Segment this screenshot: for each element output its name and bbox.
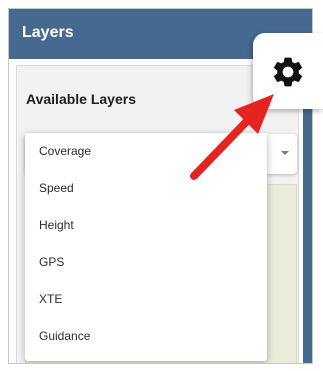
layer-option-height[interactable]: Height	[25, 207, 267, 244]
panel-title: Available Layers	[26, 91, 136, 107]
layer-option-xte[interactable]: XTE	[25, 281, 267, 318]
page-title: Layers	[22, 24, 74, 41]
red-arrow-icon	[190, 94, 274, 180]
gear-icon	[273, 57, 303, 87]
chevron-down-icon	[281, 151, 289, 155]
layer-option-guidance[interactable]: Guidance	[25, 318, 267, 355]
layer-option-gps[interactable]: GPS	[25, 244, 267, 281]
